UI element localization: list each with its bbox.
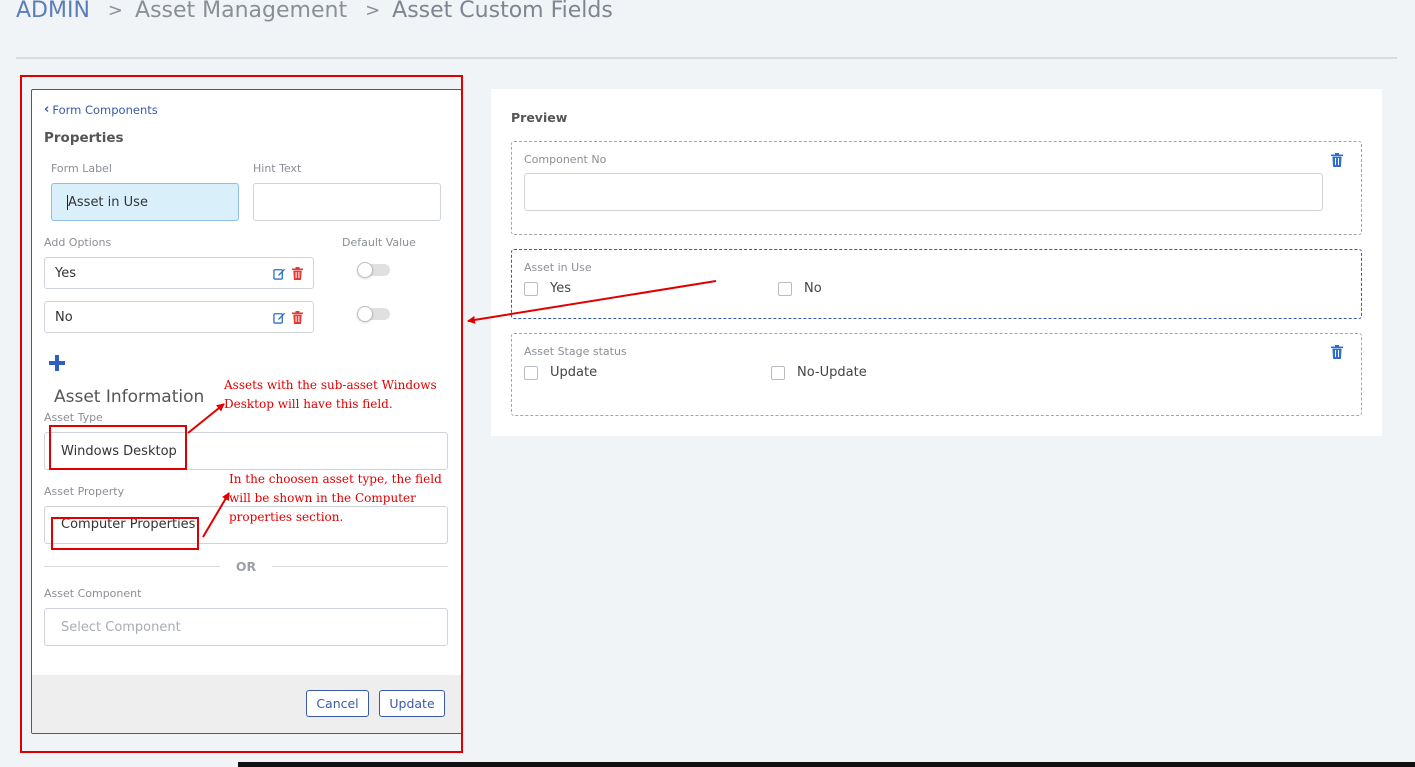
annotation-note-asset-property: In the choosen asset type, the field wil… — [229, 472, 442, 524]
checkbox-box[interactable] — [771, 365, 785, 380]
preview-asset-in-use[interactable]: Asset in Use Yes No — [511, 249, 1362, 319]
asset-stage-status-label: Asset Stage status — [524, 345, 627, 358]
checkbox-label: No-Update — [797, 365, 867, 380]
breadcrumb-current: Asset Custom Fields — [392, 0, 613, 23]
checkbox-label: Update — [550, 365, 598, 380]
checkbox-update[interactable]: Update — [524, 365, 597, 380]
breadcrumb-separator: > — [365, 0, 381, 21]
trash-icon[interactable] — [1331, 153, 1343, 167]
checkbox-no-update[interactable]: No-Update — [771, 365, 867, 380]
preview-asset-stage-status[interactable]: Asset Stage status Update No-Update — [511, 333, 1362, 416]
checkbox-label: Yes — [550, 281, 571, 296]
header-divider — [16, 57, 1397, 59]
taskbar-strip — [238, 762, 1415, 767]
checkbox-label: No — [804, 281, 822, 296]
preview-title: Preview — [511, 110, 568, 125]
breadcrumb: ADMIN > Asset Management > Asset Custom … — [16, 0, 613, 28]
annotation-note-asset-type: Assets with the sub-asset Windows Deskto… — [224, 378, 437, 411]
annotation-box-asset-property — [51, 517, 199, 550]
preview-component-no[interactable]: Component No — [511, 141, 1362, 235]
trash-icon[interactable] — [1331, 345, 1343, 359]
breadcrumb-asset-management[interactable]: Asset Management — [135, 0, 347, 23]
component-no-input[interactable] — [524, 173, 1323, 211]
checkbox-box[interactable] — [524, 281, 538, 296]
checkbox-yes[interactable]: Yes — [524, 281, 571, 296]
checkbox-box[interactable] — [778, 281, 792, 296]
asset-in-use-label: Asset in Use — [524, 261, 592, 274]
annotation-box-asset-type — [49, 425, 187, 470]
breadcrumb-separator: > — [107, 0, 124, 21]
checkbox-no[interactable]: No — [778, 281, 822, 296]
component-no-label: Component No — [524, 153, 607, 166]
annotation-outer-frame — [20, 75, 463, 753]
breadcrumb-admin[interactable]: ADMIN — [16, 0, 90, 23]
preview-panel: Preview Component No Asset in Use Yes No… — [491, 89, 1382, 436]
checkbox-box[interactable] — [524, 365, 538, 380]
